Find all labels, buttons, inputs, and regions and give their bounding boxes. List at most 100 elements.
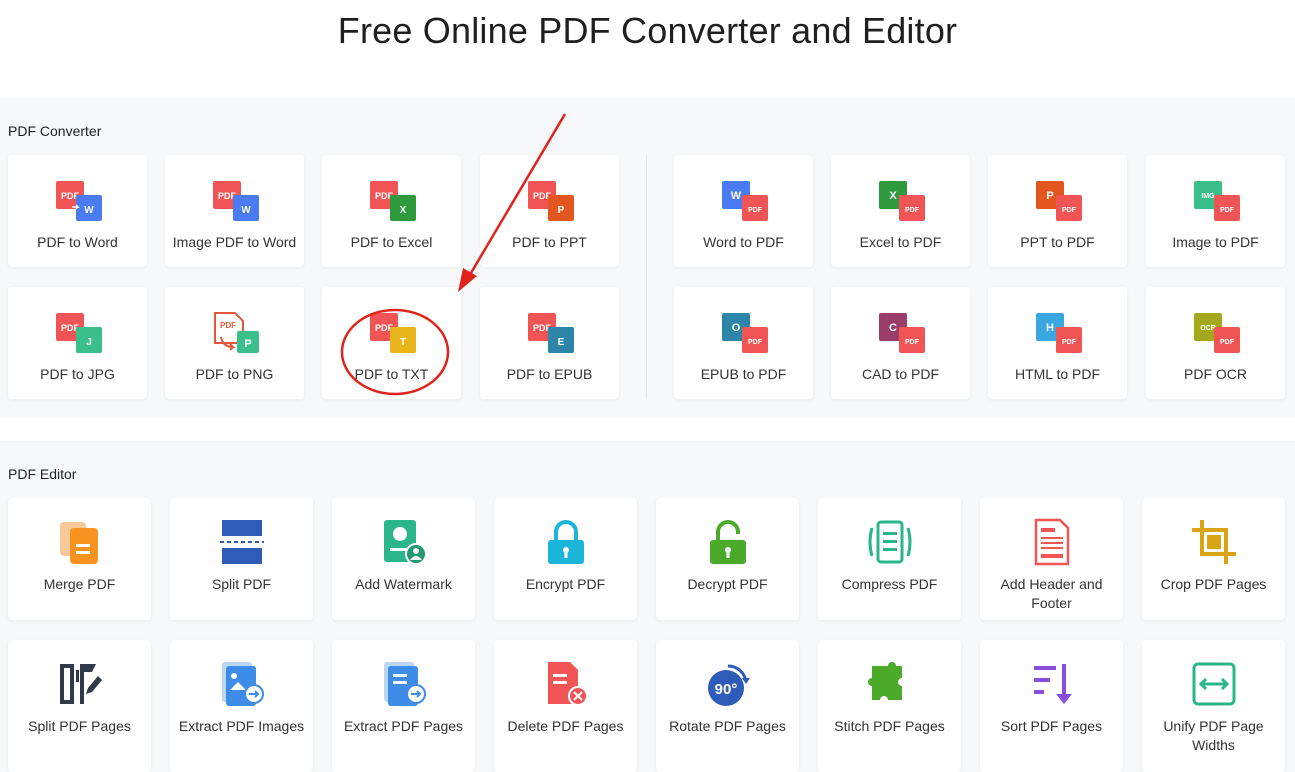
excel-to-pdf-icon: X PDF [878, 181, 925, 221]
html-to-pdf-card[interactable]: H PDF HTML to PDF [988, 287, 1127, 399]
pdf-ocr-icon: OCR PDF [1193, 313, 1240, 353]
pdf-to-ppt-label: PDF to PPT [512, 234, 587, 250]
epub-to-pdf-card[interactable]: O PDF EPUB to PDF [674, 287, 813, 399]
image-pdf-to-word-icon: PDF W [212, 181, 259, 221]
extract-images-icon [221, 662, 264, 706]
image-to-pdf-label: Image to PDF [1172, 234, 1259, 250]
crop-pdf-pages-label: Crop PDF Pages [1160, 576, 1267, 592]
image-pdf-to-word-label: Image PDF to Word [172, 234, 297, 250]
svg-text:OCR: OCR [1200, 325, 1216, 332]
delete-pdf-pages-card[interactable]: Delete PDF Pages [494, 640, 637, 772]
extract-pdf-images-card[interactable]: Extract PDF Images [170, 640, 313, 772]
word-to-pdf-label: Word to PDF [703, 234, 784, 250]
pdf-to-word-label: PDF to Word [37, 234, 118, 250]
pdf-to-txt-icon: PDF T [369, 313, 416, 353]
unify-page-widths-label: Unify PDF Page Widths [1163, 718, 1264, 753]
crop-pdf-pages-card[interactable]: Crop PDF Pages [1142, 498, 1285, 620]
svg-text:X: X [399, 205, 406, 216]
pdf-to-ppt-icon: PDF P [527, 181, 574, 221]
page-title: Free Online PDF Converter and Editor [337, 10, 958, 51]
pdf-to-epub-icon: PDF E [527, 313, 574, 353]
pdf-to-txt-label: PDF to TXT [354, 366, 429, 382]
pdf-to-png-label: PDF to PNG [195, 366, 274, 382]
svg-text:T: T [399, 337, 405, 348]
pdf-to-jpg-icon: PDF J [55, 313, 102, 353]
image-to-pdf-icon: IMG PDF [1193, 181, 1240, 221]
svg-text:PDF: PDF [748, 207, 763, 214]
pdf-to-ppt-card[interactable]: PDF P PDF to PPT [480, 155, 619, 267]
sort-pdf-pages-label: Sort PDF Pages [1000, 718, 1103, 734]
cad-to-pdf-card[interactable]: C PDF CAD to PDF [831, 287, 970, 399]
add-watermark-label: Add Watermark [355, 576, 452, 592]
ppt-to-pdf-card[interactable]: P PDF PPT to PDF [988, 155, 1127, 267]
unify-page-widths-card[interactable]: Unify PDF Page Widths [1142, 640, 1285, 772]
crop-icon [1191, 520, 1236, 564]
svg-text:W: W [241, 205, 251, 216]
pdf-to-png-card[interactable]: PDF P PDF to PNG [165, 287, 304, 399]
svg-text:C: C [889, 322, 897, 334]
word-to-pdf-icon: W PDF [721, 181, 768, 221]
image-pdf-to-word-card[interactable]: PDF W Image PDF to Word [165, 155, 304, 267]
svg-text:PDF: PDF [1220, 207, 1235, 214]
svg-text:P: P [244, 338, 251, 350]
pdf-to-epub-label: PDF to EPUB [506, 366, 593, 382]
rotate-icon: 90° [707, 664, 750, 706]
add-watermark-card[interactable]: Add Watermark [332, 498, 475, 620]
svg-text:PDF: PDF [1062, 207, 1077, 214]
split-pdf-pages-label: Split PDF Pages [28, 718, 131, 734]
pdf-to-word-card[interactable]: PDF W PDF to Word [8, 155, 147, 267]
extract-pdf-pages-label: Extract PDF Pages [343, 718, 464, 734]
pdf-to-jpg-card[interactable]: PDF J PDF to JPG [8, 287, 147, 399]
svg-text:W: W [730, 190, 741, 202]
compress-pdf-card[interactable]: Compress PDF [818, 498, 961, 620]
stitch-pdf-pages-card[interactable]: Stitch PDF Pages [818, 640, 961, 772]
split-pdf-card[interactable]: Split PDF [170, 498, 313, 620]
merge-pdf-label: Merge PDF [43, 576, 116, 592]
add-header-footer-card[interactable]: Add Header and Footer [980, 498, 1123, 620]
svg-text:W: W [84, 205, 94, 216]
encrypt-pdf-card[interactable]: Encrypt PDF [494, 498, 637, 620]
delete-pdf-pages-label: Delete PDF Pages [507, 718, 624, 734]
ppt-to-pdf-label: PPT to PDF [1020, 234, 1095, 250]
rotate-pdf-pages-card[interactable]: 90° Rotate PDF Pages [656, 640, 799, 772]
pdf-to-png-icon: PDF P [213, 312, 259, 353]
svg-text:PDF: PDF [1062, 339, 1077, 346]
pdf-ocr-card[interactable]: OCR PDF PDF OCR [1146, 287, 1285, 399]
rotate-pdf-pages-label: Rotate PDF Pages [669, 718, 786, 734]
svg-text:O: O [731, 322, 740, 334]
pdf-to-epub-card[interactable]: PDF E PDF to EPUB [480, 287, 619, 399]
pdf-to-excel-card[interactable]: PDF X PDF to Excel [322, 155, 461, 267]
sort-icon [1033, 664, 1072, 704]
compress-pdf-label: Compress PDF [841, 576, 938, 592]
svg-text:E: E [557, 337, 564, 348]
image-to-pdf-card[interactable]: IMG PDF Image to PDF [1146, 155, 1285, 267]
excel-to-pdf-card[interactable]: X PDF Excel to PDF [831, 155, 970, 267]
excel-to-pdf-label: Excel to PDF [859, 234, 942, 250]
decrypt-pdf-card[interactable]: Decrypt PDF [656, 498, 799, 620]
extract-pdf-pages-card[interactable]: Extract PDF Pages [332, 640, 475, 772]
compress-icon [868, 520, 911, 564]
split-pdf-icon [219, 520, 264, 564]
unlock-icon [709, 520, 746, 564]
svg-text:J: J [86, 337, 92, 348]
html-to-pdf-label: HTML to PDF [1014, 366, 1101, 382]
svg-text:PDF: PDF [748, 339, 763, 346]
encrypt-pdf-label: Encrypt PDF [525, 576, 606, 592]
word-to-pdf-card[interactable]: W PDF Word to PDF [674, 155, 813, 267]
merge-pdf-icon [59, 522, 98, 564]
converter-section-label: PDF Converter [8, 123, 102, 139]
sort-pdf-pages-card[interactable]: Sort PDF Pages [980, 640, 1123, 772]
pdf-to-jpg-label: PDF to JPG [40, 366, 115, 382]
split-pdf-pages-card[interactable]: Split PDF Pages [8, 640, 151, 772]
pdf-to-word-icon: PDF W [55, 181, 102, 221]
pdf-to-txt-card[interactable]: PDF T PDF to TXT [322, 287, 461, 399]
pdf-ocr-label: PDF OCR [1184, 366, 1247, 382]
pdf-to-excel-icon: PDF X [369, 181, 416, 221]
merge-pdf-card[interactable]: Merge PDF [8, 498, 151, 620]
cad-to-pdf-label: CAD to PDF [861, 366, 939, 382]
delete-pages-icon [547, 662, 588, 706]
pdf-to-excel-label: PDF to Excel [350, 234, 433, 250]
header-footer-icon [1034, 518, 1069, 566]
unify-width-icon [1192, 662, 1235, 706]
extract-pdf-images-label: Extract PDF Images [178, 718, 305, 734]
